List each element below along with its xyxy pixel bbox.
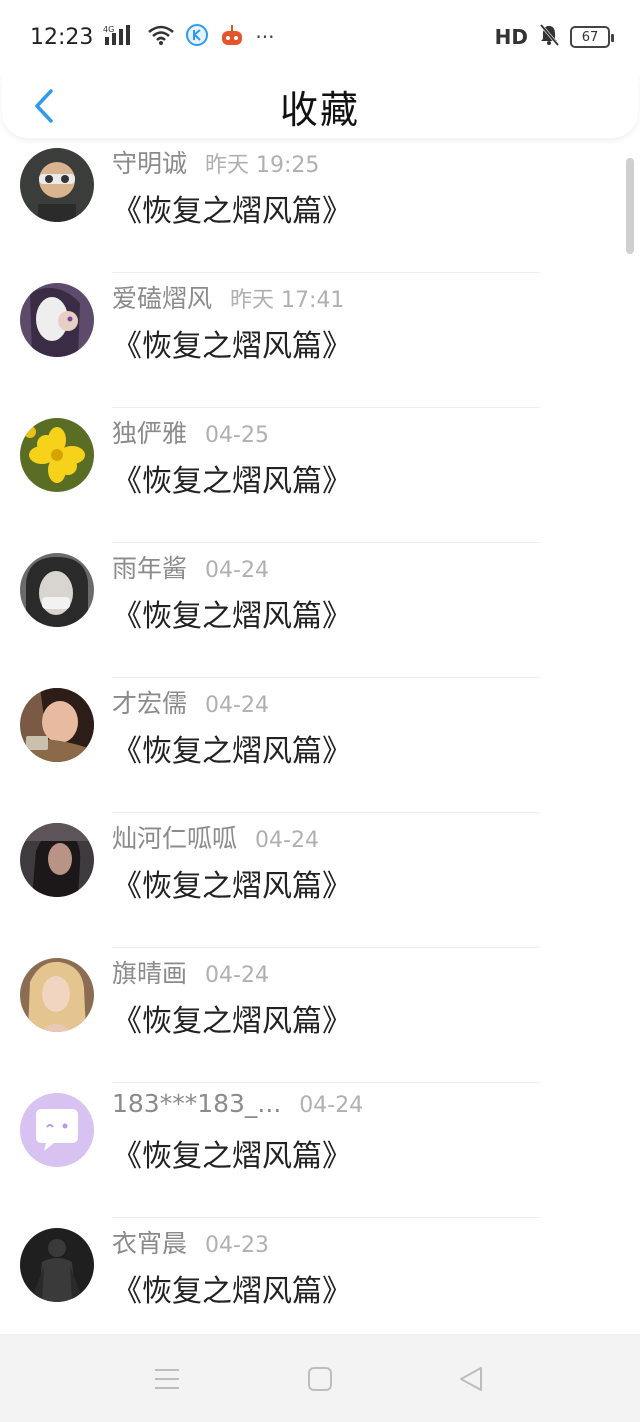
back-nav-button[interactable] (456, 1364, 486, 1394)
item-meta: 旗晴画 04-24 (112, 954, 269, 990)
item-meta: 雨年酱 04-24 (112, 549, 269, 585)
cellular-signal-icon: 4G (103, 23, 137, 51)
book-title: 《恢复之熠风篇》 (112, 1004, 352, 1039)
avatar[interactable] (20, 418, 94, 492)
item-meta: 衣宵晨 04-23 (112, 1224, 269, 1260)
item-meta: 爱磕熠风 昨天 17:41 (112, 279, 344, 315)
scrollbar[interactable] (626, 158, 634, 254)
avatar[interactable] (20, 1228, 94, 1302)
mute-bell-icon (538, 23, 560, 52)
avatar[interactable] (20, 688, 94, 762)
status-bar: 12:23 4G ··· HD 67 (0, 0, 640, 74)
item-meta: 才宏儒 04-24 (112, 684, 269, 720)
user-name: 才宏儒 (112, 689, 188, 718)
list-item[interactable]: 才宏儒 04-24 《恢复之熠风篇》 (0, 678, 640, 813)
header: 收藏 (2, 74, 638, 138)
item-meta: 183***183_... 04-24 (112, 1089, 363, 1118)
user-name: 独俨雅 (112, 419, 188, 448)
hd-indicator: HD (494, 25, 528, 49)
avatar[interactable] (20, 148, 94, 222)
book-title: 《恢复之熠风篇》 (112, 1274, 352, 1309)
triangle-back-icon (460, 1367, 482, 1391)
avatar[interactable] (20, 958, 94, 1032)
system-nav-bar (0, 1334, 640, 1422)
item-meta: 灿河仁呱呱 04-24 (112, 819, 319, 855)
list-item[interactable]: 183***183_... 04-24 《恢复之熠风篇》 (0, 1083, 640, 1218)
list-item[interactable]: 衣宵晨 04-23 《恢复之熠风篇》 (0, 1218, 640, 1334)
user-name: 爱磕熠风 (112, 284, 213, 313)
book-title: 《恢复之熠风篇》 (112, 464, 352, 499)
book-title: 《恢复之熠风篇》 (112, 329, 352, 364)
item-date: 04-24 (205, 963, 269, 988)
status-time: 12:23 (30, 24, 94, 50)
item-meta: 守明诚 昨天 19:25 (112, 144, 319, 180)
item-meta: 独俨雅 04-25 (112, 414, 269, 450)
item-date: 04-24 (299, 1093, 364, 1118)
status-right: HD 67 (494, 23, 614, 52)
page-title: 收藏 (279, 87, 360, 132)
signal-label: 4G (103, 25, 114, 34)
list-item[interactable]: 守明诚 昨天 19:25 《恢复之熠风篇》 (0, 138, 640, 273)
book-title: 《恢复之熠风篇》 (112, 1139, 352, 1174)
user-name: 衣宵晨 (112, 1229, 188, 1258)
back-button[interactable] (24, 82, 64, 130)
list-item[interactable]: 爱磕熠风 昨天 17:41 《恢复之熠风篇》 (0, 273, 640, 408)
avatar[interactable] (20, 553, 94, 627)
user-name: 旗晴画 (112, 959, 188, 988)
status-left: 12:23 4G ··· (30, 23, 274, 51)
hamburger-icon (155, 1369, 179, 1389)
item-date: 04-24 (205, 558, 269, 583)
home-nav-button[interactable] (305, 1364, 335, 1394)
wifi-icon (147, 24, 175, 50)
square-home-icon (308, 1367, 332, 1391)
list-item[interactable]: 雨年酱 04-24 《恢复之熠风篇》 (0, 543, 640, 678)
chevron-left-icon (35, 89, 53, 123)
item-date: 04-24 (205, 693, 269, 718)
book-title: 《恢复之熠风篇》 (112, 869, 352, 904)
avatar[interactable] (20, 823, 94, 897)
list-item[interactable]: 旗晴画 04-24 《恢复之熠风篇》 (0, 948, 640, 1083)
user-name: 183***183_... (112, 1089, 282, 1118)
avatar[interactable] (20, 283, 94, 357)
list-item[interactable]: 独俨雅 04-25 《恢复之熠风篇》 (0, 408, 640, 543)
item-date: 04-23 (205, 1233, 269, 1258)
item-date: 04-24 (255, 828, 319, 853)
robot-app-icon (219, 23, 245, 51)
user-name: 雨年酱 (112, 554, 188, 583)
user-name: 灿河仁呱呱 (112, 824, 238, 853)
item-date: 04-25 (205, 423, 269, 448)
avatar[interactable] (20, 1093, 94, 1167)
more-notifications-icon: ··· (255, 25, 275, 49)
book-title: 《恢复之熠风篇》 (112, 194, 352, 229)
k-app-icon (185, 23, 209, 51)
menu-nav-button[interactable] (152, 1364, 182, 1394)
item-date: 昨天 19:25 (205, 153, 320, 178)
book-title: 《恢复之熠风篇》 (112, 599, 352, 634)
battery-icon: 67 (570, 26, 614, 48)
list-item[interactable]: 灿河仁呱呱 04-24 《恢复之熠风篇》 (0, 813, 640, 948)
item-date: 昨天 17:41 (230, 288, 345, 313)
book-title: 《恢复之熠风篇》 (112, 734, 352, 769)
user-name: 守明诚 (112, 149, 188, 178)
favorites-list: 守明诚 昨天 19:25 《恢复之熠风篇》 爱磕熠风 昨天 17:41 《恢复之… (0, 138, 640, 1334)
